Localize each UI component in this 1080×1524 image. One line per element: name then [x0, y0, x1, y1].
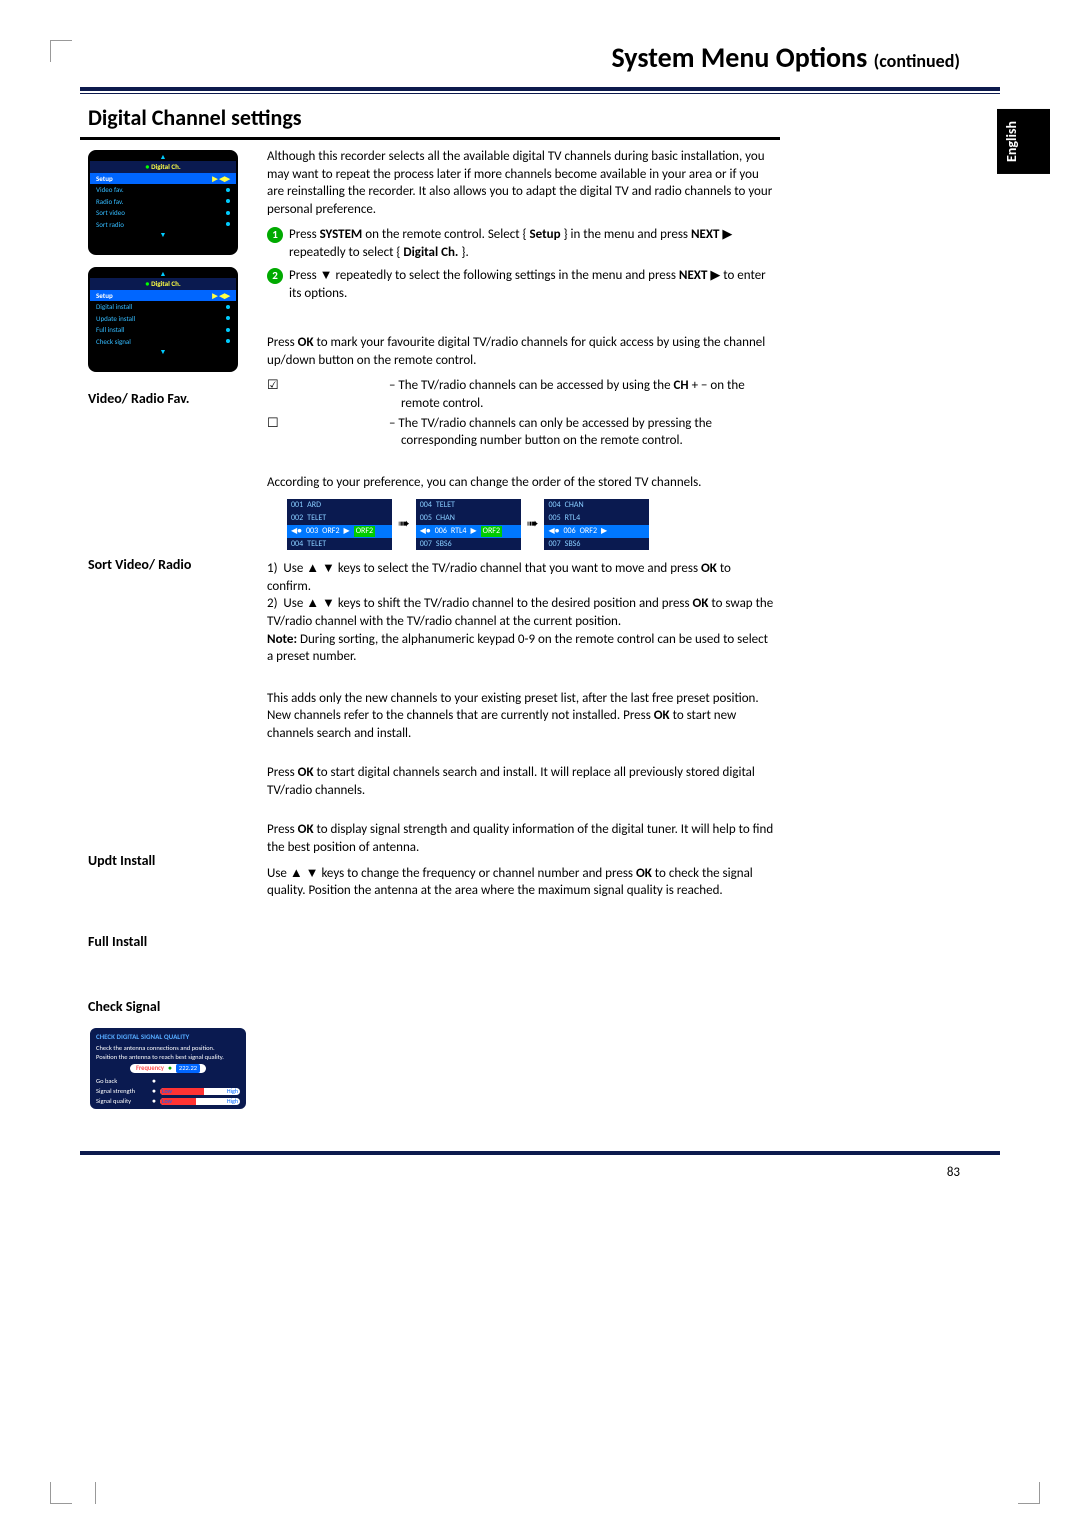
- right-column: Although this recorder selects all the a…: [265, 140, 780, 1111]
- updt-text: This adds only the new channels to your …: [267, 690, 776, 743]
- arrow-right-icon: ➠: [398, 515, 410, 534]
- intro-paragraph: Although this recorder selects all the a…: [267, 148, 776, 218]
- step-1: 1 Press SYSTEM on the remote control. Se…: [267, 226, 776, 261]
- manual-page: System Menu Options (continued) English …: [80, 40, 1000, 1180]
- head-video-radio-fav: Video/ Radio Fav.: [88, 390, 257, 409]
- head-full-install: Full Install: [88, 933, 257, 952]
- signal-quality-panel: CHECK DIGITAL SIGNAL QUALITY Check the a…: [88, 1026, 248, 1111]
- sort-table-1: 001ARD 002TELET ◀●003ORF2▶ORF2 004TELET: [287, 499, 392, 550]
- svr-note: Note: During sorting, the alphanumeric k…: [267, 631, 776, 666]
- vrf-option-checked: ☑ – The TV/radio channels can be accesse…: [267, 377, 776, 412]
- head-updt-install: Updt Install: [88, 852, 257, 871]
- svr-step-2: 2) Use ▲ ▼ keys to shift the TV/radio ch…: [267, 595, 776, 630]
- mini-menu-1: ▲ ● Digital Ch. Setup▶ ◀▶ Video fav. Rad…: [88, 150, 238, 255]
- page-number: 83: [80, 1165, 1000, 1180]
- language-tab: English: [997, 109, 1050, 174]
- page-title: System Menu Options (continued): [80, 40, 1000, 75]
- sort-example-tables: 001ARD 002TELET ◀●003ORF2▶ORF2 004TELET …: [287, 499, 776, 550]
- step-badge-2: 2: [267, 268, 283, 284]
- sort-table-3: 004CHAN 005RTL4 ◀●006ORF2▶ 007SBS6: [544, 499, 649, 550]
- full-text: Press OK to start digital channels searc…: [267, 764, 776, 799]
- title-sub: (continued): [874, 50, 960, 72]
- svr-step-1: 1) Use ▲ ▼ keys to select the TV/radio c…: [267, 560, 776, 595]
- vrf-option-unchecked: ☐ – The TV/radio channels can only be ac…: [267, 415, 776, 450]
- mini-menu-2: ▲ ● Digital Ch. Setup▶ ◀▶ Digital instal…: [88, 267, 238, 372]
- svr-intro: According to your preference, you can ch…: [267, 474, 776, 492]
- checkbox-unchecked-icon: ☐: [267, 415, 281, 450]
- step-badge-1: 1: [267, 227, 283, 243]
- head-check-signal: Check Signal: [88, 998, 257, 1017]
- check-text-2: Use ▲ ▼ keys to change the frequency or …: [267, 865, 776, 900]
- check-text-1: Press OK to display signal strength and …: [267, 821, 776, 856]
- sort-table-2: 004TELET 005CHAN ◀●006RTL4▶ORF2 007SBS6: [416, 499, 521, 550]
- section-header: Digital Channel settings: [80, 102, 780, 140]
- arrow-right-icon: ➠: [527, 515, 539, 534]
- checkbox-checked-icon: ☑: [267, 377, 281, 412]
- title-main: System Menu Options: [611, 40, 873, 75]
- vrf-intro: Press OK to mark your favourite digital …: [267, 334, 776, 369]
- head-sort-video-radio: Sort Video/ Radio: [88, 556, 257, 575]
- step-2: 2 Press ▼ repeatedly to select the follo…: [267, 267, 776, 302]
- left-column: ▲ ● Digital Ch. Setup▶ ◀▶ Video fav. Rad…: [80, 140, 265, 1111]
